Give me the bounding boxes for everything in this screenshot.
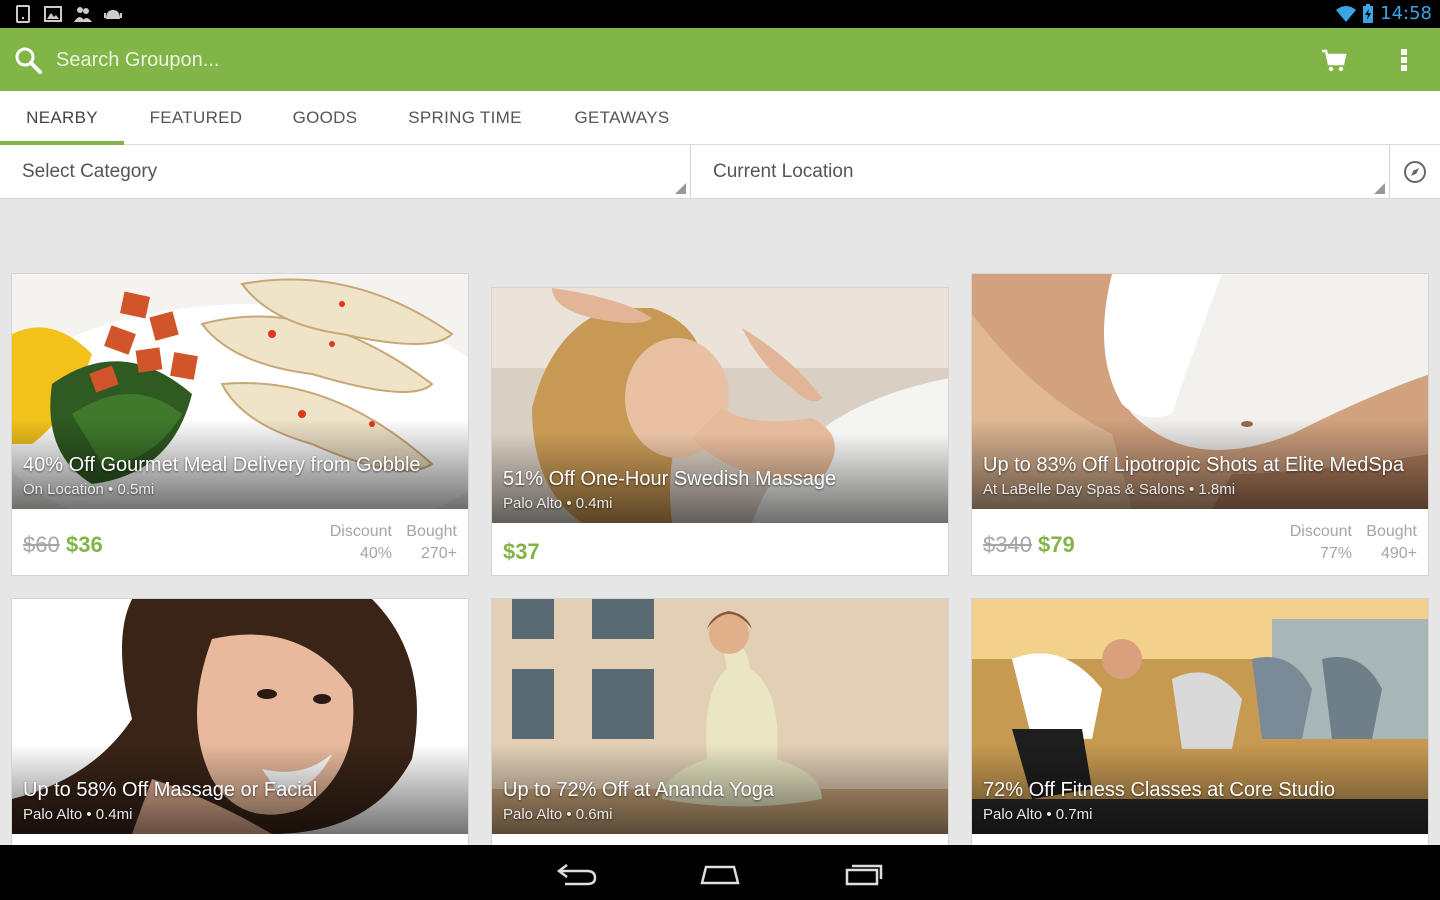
android-icon bbox=[104, 10, 122, 19]
tab-getaways[interactable]: GETAWAYS bbox=[548, 91, 696, 145]
tablet-icon bbox=[16, 5, 30, 23]
deal-location: Palo Alto • 0.6mi bbox=[503, 806, 613, 823]
deal-card[interactable]: Up to 83% Off Lipotropic Shots at Elite … bbox=[971, 273, 1429, 576]
bought-value: 270+ bbox=[420, 545, 457, 562]
recent-apps-icon[interactable] bbox=[843, 859, 887, 887]
deal-image: Up to 58% Off Massage or Facial Palo Alt… bbox=[12, 599, 468, 834]
dropdown-arrow-icon bbox=[675, 183, 686, 194]
deal-title: Up to 72% Off at Ananda Yoga bbox=[503, 779, 774, 801]
deal-image: 72% Off Fitness Classes at Core Studio P… bbox=[972, 599, 1428, 834]
compass-icon bbox=[1404, 161, 1426, 183]
deal-location: At LaBelle Day Spas & Salons • 1.8mi bbox=[983, 481, 1236, 498]
category-tabs: NEARBY FEATURED GOODS SPRING TIME GETAWA… bbox=[0, 91, 1440, 145]
deal-title: 40% Off Gourmet Meal Delivery from Gobbl… bbox=[23, 454, 421, 476]
deal-image: Up to 72% Off at Ananda Yoga Palo Alto •… bbox=[492, 599, 948, 834]
clock: 14:58 bbox=[1380, 3, 1432, 24]
dropdown-arrow-icon bbox=[1374, 183, 1385, 194]
deal-title: 51% Off One-Hour Swedish Massage bbox=[503, 468, 837, 490]
deal-card[interactable]: 51% Off One-Hour Swedish Massage Palo Al… bbox=[491, 287, 949, 576]
tab-nearby[interactable]: NEARBY bbox=[0, 91, 124, 145]
discount-value: 77% bbox=[1319, 545, 1352, 562]
filter-bar: Select Category Current Location bbox=[0, 145, 1440, 199]
deal-card[interactable]: Up to 72% Off at Ananda Yoga Palo Alto •… bbox=[491, 598, 949, 848]
deal-image: 40% Off Gourmet Meal Delivery from Gobbl… bbox=[12, 274, 468, 509]
system-nav-bar bbox=[0, 845, 1440, 900]
location-dropdown-label: Current Location bbox=[713, 161, 854, 182]
deal-price: $79 bbox=[1038, 532, 1075, 557]
deal-image: 51% Off One-Hour Swedish Massage Palo Al… bbox=[492, 288, 948, 523]
bought-label: Bought bbox=[406, 523, 457, 540]
deal-title: Up to 83% Off Lipotropic Shots at Elite … bbox=[983, 454, 1404, 476]
search-input[interactable] bbox=[56, 46, 956, 74]
discount-value: 40% bbox=[359, 545, 392, 562]
deal-price: $36 bbox=[66, 532, 103, 557]
search-icon[interactable] bbox=[14, 46, 42, 74]
location-dropdown[interactable]: Current Location bbox=[691, 145, 1390, 199]
deal-image: Up to 83% Off Lipotropic Shots at Elite … bbox=[972, 274, 1428, 509]
original-price: $60 bbox=[23, 532, 60, 557]
people-icon bbox=[74, 7, 92, 22]
tab-goods[interactable]: GOODS bbox=[268, 91, 382, 145]
original-price: $340 bbox=[983, 532, 1032, 557]
deal-location: Palo Alto • 0.7mi bbox=[983, 806, 1093, 823]
overflow-menu-icon[interactable] bbox=[1393, 46, 1415, 74]
home-icon[interactable] bbox=[698, 859, 742, 887]
back-icon[interactable] bbox=[555, 859, 599, 887]
deal-card[interactable]: 40% Off Gourmet Meal Delivery from Gobbl… bbox=[11, 273, 469, 576]
deal-title: Up to 58% Off Massage or Facial bbox=[23, 779, 318, 801]
deal-card[interactable]: Up to 58% Off Massage or Facial Palo Alt… bbox=[11, 598, 469, 848]
tab-spring-time[interactable]: SPRING TIME bbox=[382, 91, 548, 145]
action-bar bbox=[0, 28, 1440, 91]
tab-featured[interactable]: FEATURED bbox=[124, 91, 268, 145]
cart-icon[interactable] bbox=[1320, 46, 1348, 74]
deal-location: On Location • 0.5mi bbox=[23, 481, 155, 498]
locate-button[interactable] bbox=[1390, 145, 1440, 199]
notification-icons bbox=[14, 5, 122, 23]
deal-location: Palo Alto • 0.4mi bbox=[503, 495, 613, 512]
image-icon bbox=[44, 6, 62, 22]
battery-icon bbox=[1363, 3, 1374, 23]
status-bar: 14:58 bbox=[0, 0, 1440, 28]
bought-value: 490+ bbox=[1380, 545, 1417, 562]
category-dropdown[interactable]: Select Category bbox=[0, 145, 691, 199]
deal-location: Palo Alto • 0.4mi bbox=[23, 806, 133, 823]
deal-title: 72% Off Fitness Classes at Core Studio bbox=[983, 779, 1336, 801]
deal-card[interactable]: 72% Off Fitness Classes at Core Studio P… bbox=[971, 598, 1429, 848]
deal-price: $37 bbox=[503, 539, 540, 564]
discount-label: Discount bbox=[1289, 523, 1352, 540]
discount-label: Discount bbox=[329, 523, 392, 540]
bought-label: Bought bbox=[1366, 523, 1417, 540]
wifi-icon bbox=[1336, 5, 1357, 22]
category-dropdown-label: Select Category bbox=[22, 161, 158, 182]
system-status: 14:58 bbox=[1336, 3, 1432, 24]
